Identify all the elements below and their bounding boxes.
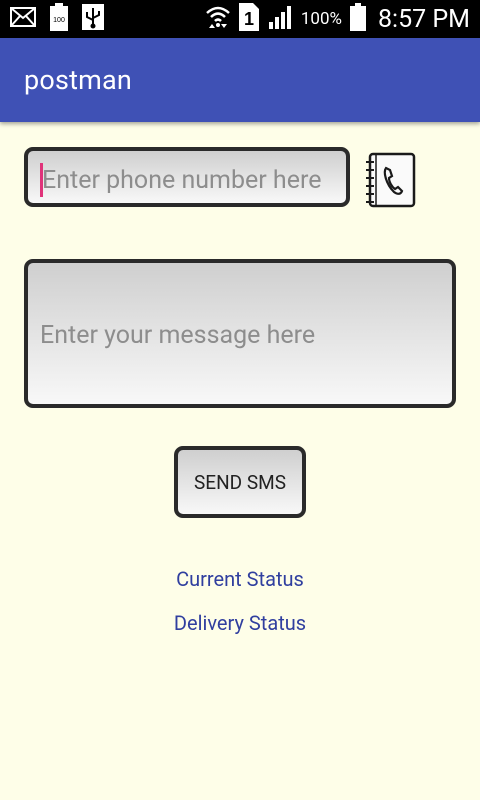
battery-level-text: 100 — [53, 17, 65, 24]
clock: 8:57 PM — [377, 4, 470, 34]
delivery-status-link[interactable]: Delivery Status — [0, 611, 480, 635]
current-status-link[interactable]: Current Status — [0, 567, 480, 591]
app-bar: postman — [0, 38, 480, 122]
battery-icon — [349, 3, 366, 35]
wifi-icon — [205, 4, 231, 34]
phone-number-input[interactable]: Enter phone number here — [24, 147, 350, 207]
battery-percent: 100% — [300, 9, 342, 29]
signal-icon — [267, 5, 293, 33]
contacts-book-icon — [364, 152, 418, 212]
sim-slot-text: 1 — [244, 9, 254, 29]
contacts-picker-button[interactable] — [364, 152, 418, 208]
battery-full-icon: 100 — [50, 3, 68, 35]
sim-icon: 1 — [238, 3, 259, 35]
message-placeholder: Enter your message here — [40, 321, 316, 350]
status-bar: 100 1 100% 8:57 PM — [0, 0, 480, 38]
app-title: postman — [24, 64, 133, 96]
send-sms-button[interactable]: SEND SMS — [174, 446, 306, 518]
mail-icon — [10, 7, 36, 31]
phone-number-placeholder: Enter phone number here — [42, 166, 322, 195]
usb-icon — [82, 4, 104, 34]
message-input[interactable]: Enter your message here — [24, 259, 456, 408]
